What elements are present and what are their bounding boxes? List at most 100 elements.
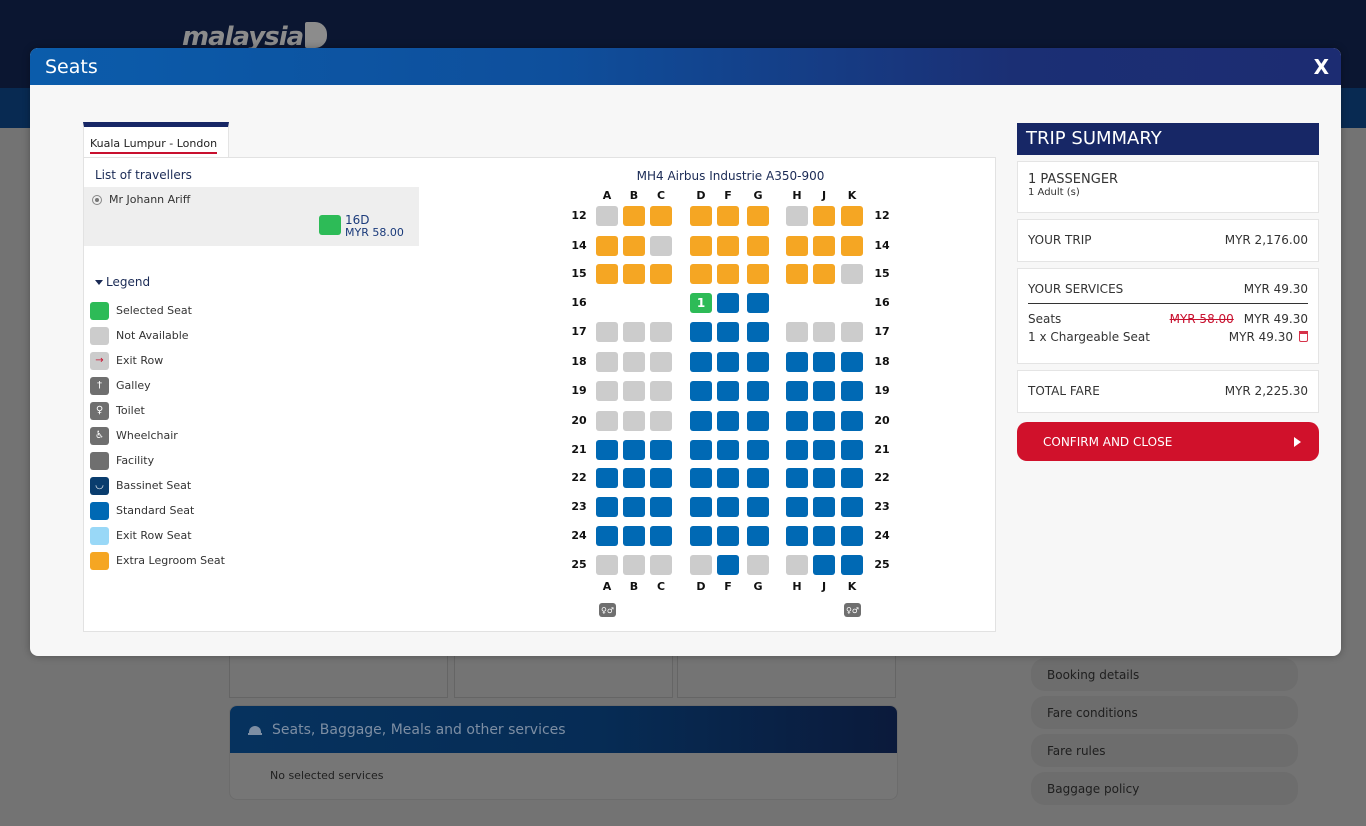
link-booking-details[interactable]: Booking details xyxy=(1031,658,1298,691)
seat-19h[interactable] xyxy=(786,381,808,401)
seat-22b[interactable] xyxy=(623,468,645,488)
seat-23a[interactable] xyxy=(596,497,618,517)
seat-23b[interactable] xyxy=(623,497,645,517)
seat-15c[interactable] xyxy=(650,264,672,284)
tab-flight-segment[interactable]: Kuala Lumpur - London xyxy=(83,122,229,158)
seat-18f[interactable] xyxy=(717,352,739,372)
seat-21j[interactable] xyxy=(813,440,835,460)
seat-20h[interactable] xyxy=(786,411,808,431)
seat-16d[interactable]: 1 xyxy=(690,293,712,313)
close-button[interactable]: X xyxy=(1314,55,1329,79)
confirm-and-close-button[interactable]: CONFIRM AND CLOSE xyxy=(1017,422,1319,461)
seat-21a[interactable] xyxy=(596,440,618,460)
seat-22j[interactable] xyxy=(813,468,835,488)
legend-toggle[interactable]: Legend xyxy=(95,275,150,289)
seat-12f[interactable] xyxy=(717,206,739,226)
seat-12g[interactable] xyxy=(747,206,769,226)
traveller-radio[interactable] xyxy=(92,195,102,205)
seat-19j[interactable] xyxy=(813,381,835,401)
wheelchair-icon: ♿ xyxy=(90,426,109,445)
seat-22f[interactable] xyxy=(717,468,739,488)
seat-23g[interactable] xyxy=(747,497,769,517)
seat-12j[interactable] xyxy=(813,206,835,226)
seat-21d[interactable] xyxy=(690,440,712,460)
seat-23k[interactable] xyxy=(841,497,863,517)
seat-24g[interactable] xyxy=(747,526,769,546)
seat-18g[interactable] xyxy=(747,352,769,372)
seat-23d[interactable] xyxy=(690,497,712,517)
seat-14d[interactable] xyxy=(690,236,712,256)
seat-22a[interactable] xyxy=(596,468,618,488)
seat-21k[interactable] xyxy=(841,440,863,460)
seat-17d[interactable] xyxy=(690,322,712,342)
seat-12c[interactable] xyxy=(650,206,672,226)
seat-24k[interactable] xyxy=(841,526,863,546)
seat-14k[interactable] xyxy=(841,236,863,256)
seat-20f[interactable] xyxy=(717,411,739,431)
seat-18k[interactable] xyxy=(841,352,863,372)
seat-19d[interactable] xyxy=(690,381,712,401)
seat-20g[interactable] xyxy=(747,411,769,431)
seat-24f[interactable] xyxy=(717,526,739,546)
seat-24d[interactable] xyxy=(690,526,712,546)
seat-18h[interactable] xyxy=(786,352,808,372)
seat-15h[interactable] xyxy=(786,264,808,284)
seat-22c[interactable] xyxy=(650,468,672,488)
seat-14b[interactable] xyxy=(623,236,645,256)
services-header[interactable]: Seats, Baggage, Meals and other services xyxy=(230,706,897,753)
seat-15g[interactable] xyxy=(747,264,769,284)
seat-14h[interactable] xyxy=(786,236,808,256)
seat-20d[interactable] xyxy=(690,411,712,431)
seat-24j[interactable] xyxy=(813,526,835,546)
seat-18c xyxy=(650,352,672,372)
seat-14a[interactable] xyxy=(596,236,618,256)
seat-14f[interactable] xyxy=(717,236,739,256)
seat-18d[interactable] xyxy=(690,352,712,372)
seat-22k[interactable] xyxy=(841,468,863,488)
seat-21h[interactable] xyxy=(786,440,808,460)
seat-14g[interactable] xyxy=(747,236,769,256)
link-fare-conditions[interactable]: Fare conditions xyxy=(1031,696,1298,729)
seat-18j[interactable] xyxy=(813,352,835,372)
seat-22h[interactable] xyxy=(786,468,808,488)
seat-15b[interactable] xyxy=(623,264,645,284)
seat-12k[interactable] xyxy=(841,206,863,226)
seat-24c[interactable] xyxy=(650,526,672,546)
seat-12b[interactable] xyxy=(623,206,645,226)
seat-21c[interactable] xyxy=(650,440,672,460)
seat-19f[interactable] xyxy=(717,381,739,401)
seat-23j[interactable] xyxy=(813,497,835,517)
link-baggage-policy[interactable]: Baggage policy xyxy=(1031,772,1298,805)
seat-21g[interactable] xyxy=(747,440,769,460)
link-fare-rules[interactable]: Fare rules xyxy=(1031,734,1298,767)
seat-15a[interactable] xyxy=(596,264,618,284)
seat-23c[interactable] xyxy=(650,497,672,517)
seat-17g[interactable] xyxy=(747,322,769,342)
seat-25j[interactable] xyxy=(813,555,835,575)
seat-22g[interactable] xyxy=(747,468,769,488)
seat-14j[interactable] xyxy=(813,236,835,256)
seat-24a[interactable] xyxy=(596,526,618,546)
seat-16f[interactable] xyxy=(717,293,739,313)
traveller-item[interactable]: Mr Johann Ariff 16D MYR 58.00 xyxy=(84,187,419,246)
trash-icon[interactable] xyxy=(1299,331,1308,342)
seat-24b[interactable] xyxy=(623,526,645,546)
seat-15d[interactable] xyxy=(690,264,712,284)
seat-19k[interactable] xyxy=(841,381,863,401)
seat-21f[interactable] xyxy=(717,440,739,460)
seat-23f[interactable] xyxy=(717,497,739,517)
seat-24h[interactable] xyxy=(786,526,808,546)
seat-25k[interactable] xyxy=(841,555,863,575)
seat-19g[interactable] xyxy=(747,381,769,401)
seat-21b[interactable] xyxy=(623,440,645,460)
seat-16g[interactable] xyxy=(747,293,769,313)
seat-20k[interactable] xyxy=(841,411,863,431)
seat-25f[interactable] xyxy=(717,555,739,575)
seat-12d[interactable] xyxy=(690,206,712,226)
seat-17f[interactable] xyxy=(717,322,739,342)
seat-20j[interactable] xyxy=(813,411,835,431)
seat-15f[interactable] xyxy=(717,264,739,284)
seat-22d[interactable] xyxy=(690,468,712,488)
seat-15j[interactable] xyxy=(813,264,835,284)
seat-23h[interactable] xyxy=(786,497,808,517)
